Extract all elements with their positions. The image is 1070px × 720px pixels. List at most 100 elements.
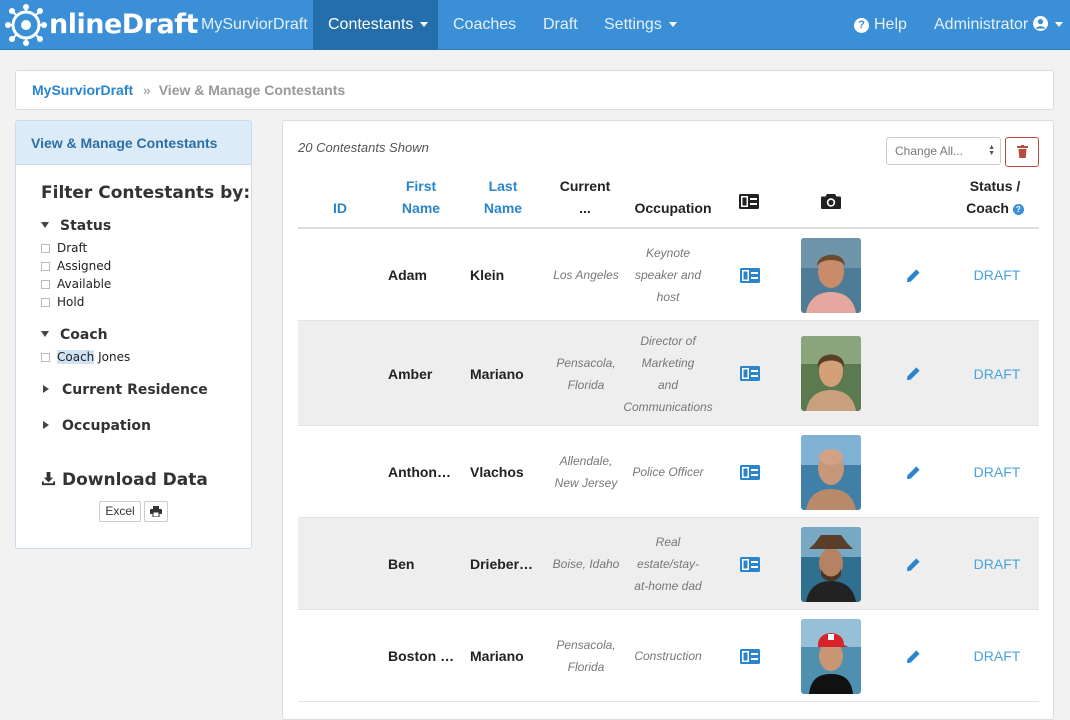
edit-button[interactable] <box>898 518 928 610</box>
bio-button[interactable] <box>738 229 762 321</box>
first-name-cell: Boston … <box>388 648 455 664</box>
contestant-photo[interactable] <box>801 229 861 321</box>
filter-option-draft[interactable]: Draft <box>41 239 87 257</box>
column-header-first-name[interactable]: First Name <box>391 175 451 219</box>
occupation-line: Communications <box>623 399 713 414</box>
top-navbar: nlineDraft MySurviorDraft Contestants Co… <box>0 0 1070 50</box>
filter-option-coach-jones[interactable]: Coach Jones <box>41 348 130 366</box>
filter-option-hold[interactable]: Hold <box>41 293 84 311</box>
nav-coaches[interactable]: Coaches <box>438 0 531 50</box>
status-draft-link[interactable]: DRAFT <box>962 426 1032 518</box>
status-draft-link[interactable]: DRAFT <box>962 610 1032 702</box>
edit-button[interactable] <box>898 321 928 426</box>
delete-button[interactable] <box>1005 137 1039 167</box>
contestant-photo[interactable] <box>801 610 861 702</box>
filter-group-residence[interactable]: Current Residence <box>41 382 208 398</box>
question-circle-icon: ? <box>854 18 869 33</box>
nav-draft[interactable]: Draft <box>528 0 593 50</box>
nav-label: Settings <box>604 16 662 33</box>
nav-label: Help <box>874 16 907 33</box>
id-card-icon <box>740 464 760 480</box>
residence-line: Florida <box>567 377 605 392</box>
filter-group-status[interactable]: Status <box>41 218 111 234</box>
occupation-line: Marketing <box>641 355 695 370</box>
checkbox[interactable] <box>41 280 50 289</box>
residence-cell: Boise, Idaho <box>548 518 624 610</box>
edit-button[interactable] <box>898 426 928 518</box>
updown-arrows-icon: ▲ ▼ <box>988 144 995 157</box>
column-header-bio <box>737 193 761 215</box>
bio-button[interactable] <box>738 610 762 702</box>
status-draft-link[interactable]: DRAFT <box>962 229 1032 321</box>
contestant-photo[interactable] <box>801 518 861 610</box>
occupation-line: Police Officer <box>632 465 704 479</box>
triangle-down-icon <box>41 222 49 228</box>
occupation-line: host <box>656 290 680 304</box>
contestant-photo[interactable] <box>801 321 861 426</box>
download-icon <box>41 471 56 486</box>
header-line: ... <box>579 200 591 216</box>
residence-cell: Los Angeles <box>548 229 624 321</box>
group-label: Current Residence <box>62 382 208 398</box>
checkbox[interactable] <box>41 353 50 362</box>
nav-help[interactable]: ? Help <box>839 0 922 50</box>
group-label: Occupation <box>62 418 152 434</box>
printer-icon <box>150 506 162 518</box>
occupation-cell: Director of Marketing and Communications <box>623 321 712 426</box>
bio-button[interactable] <box>738 321 762 426</box>
status-draft-link[interactable]: DRAFT <box>962 518 1032 610</box>
option-label: Assigned <box>57 259 112 273</box>
filter-group-occupation[interactable]: Occupation <box>41 418 151 434</box>
residence-cell: Allendale, New Jersey <box>548 426 624 518</box>
column-header-last-name[interactable]: Last Name <box>473 175 533 219</box>
triangle-right-icon <box>43 421 49 429</box>
checkbox[interactable] <box>41 262 50 271</box>
nav-settings[interactable]: Settings <box>589 0 692 50</box>
column-header-status-coach: Status / Coach ? <box>955 175 1035 219</box>
table-row: Anthon… Vlachos Allendale, New Jersey Po… <box>298 426 1039 518</box>
residence-line: Boise, Idaho <box>552 557 620 571</box>
checkbox[interactable] <box>41 298 50 307</box>
bio-button[interactable] <box>738 426 762 518</box>
pencil-icon <box>906 557 920 571</box>
last-name-cell: Mariano <box>470 648 524 664</box>
column-header-photo <box>819 193 843 215</box>
edit-button[interactable] <box>898 229 928 321</box>
occupation-line: Director of <box>640 333 696 348</box>
residence-line: Los Angeles <box>553 268 619 282</box>
table-row: Ben Drieber… Boise, Idaho Real estate/st… <box>298 518 1039 610</box>
occupation-line: and <box>657 377 679 392</box>
change-all-value: Change All... <box>895 144 964 158</box>
print-button[interactable] <box>144 501 168 522</box>
breadcrumb-root-link[interactable]: MySurviorDraft <box>32 82 133 98</box>
id-card-icon <box>740 648 760 664</box>
checkbox[interactable] <box>41 244 50 253</box>
question-circle-icon[interactable]: ? <box>1012 204 1024 215</box>
download-data-title: Download Data <box>41 470 208 490</box>
column-header-id[interactable]: ID <box>318 197 362 219</box>
excel-button[interactable]: Excel <box>99 501 141 522</box>
filter-option-available[interactable]: Available <box>41 275 111 293</box>
nav-contestants[interactable]: Contestants <box>313 0 438 50</box>
contestant-photo[interactable] <box>801 426 861 518</box>
status-draft-link[interactable]: DRAFT <box>962 321 1032 426</box>
bio-button[interactable] <box>738 518 762 610</box>
occupation-line: Real <box>655 535 681 549</box>
filter-option-assigned[interactable]: Assigned <box>41 257 111 275</box>
filter-group-coach[interactable]: Coach <box>41 327 108 343</box>
nav-mysurviordraft[interactable]: MySurviorDraft <box>186 0 323 50</box>
change-all-select[interactable]: Change All... ▲ ▼ <box>886 137 1001 165</box>
nav-label: Administrator <box>934 16 1029 33</box>
edit-button[interactable] <box>898 610 928 702</box>
nav-label: Contestants <box>328 16 414 33</box>
header-line: Name <box>483 200 523 216</box>
pencil-icon <box>906 367 920 381</box>
filter-sidebar: View & Manage Contestants Filter Contest… <box>15 120 252 549</box>
column-header-occupation: Occupation <box>634 200 712 216</box>
breadcrumb-current: View & Manage Contestants <box>158 82 346 98</box>
table-row: Amber Mariano Pensacola, Florida Directo… <box>298 321 1039 426</box>
occupation-cell: Construction <box>628 610 708 702</box>
nav-user-menu[interactable]: Administrator <box>919 0 1070 50</box>
id-card-icon <box>740 267 760 283</box>
brand-logo[interactable]: nlineDraft <box>4 4 198 46</box>
